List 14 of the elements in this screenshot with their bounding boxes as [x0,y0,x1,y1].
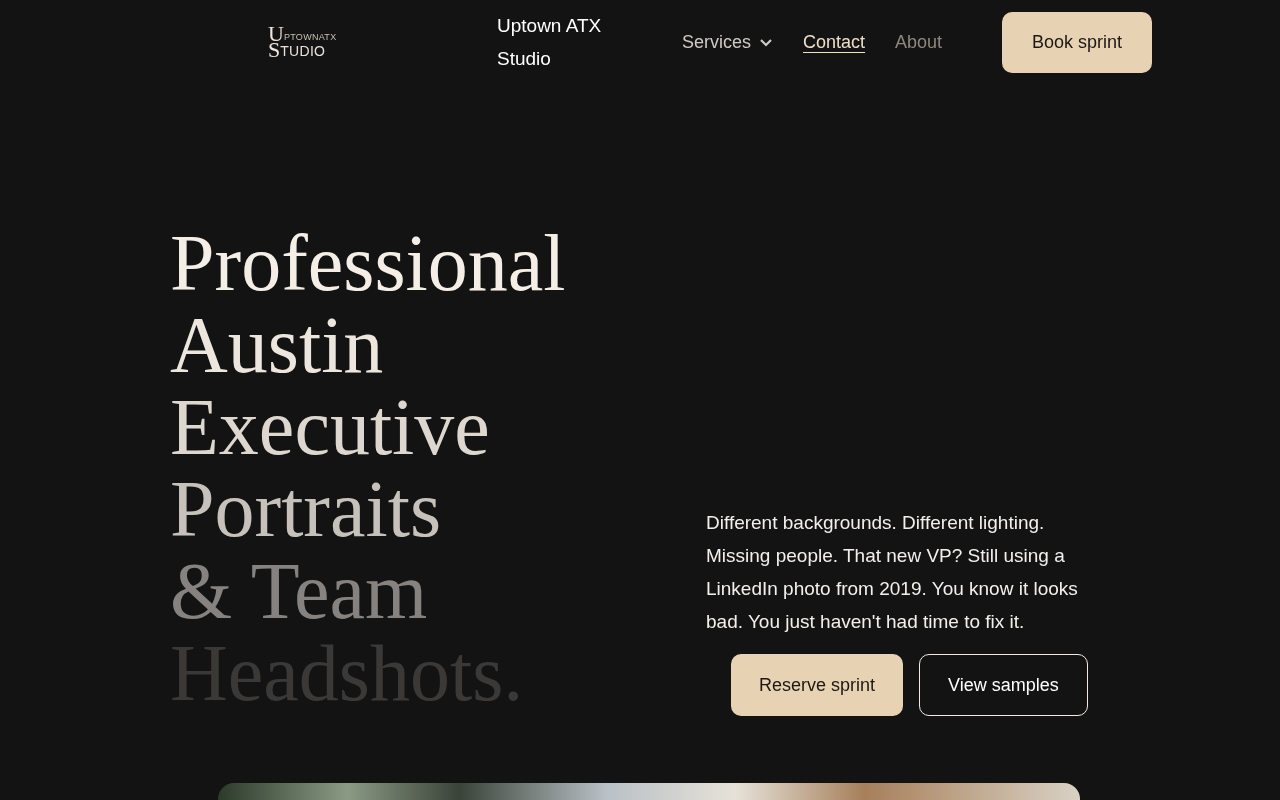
headline-line: Portraits [170,468,443,550]
primary-button[interactable]: Reserve sprint [731,654,904,716]
headline-line: & Team [170,550,429,632]
nav-link[interactable]: About [895,31,943,53]
chevron-down-icon [759,37,774,47]
nav-link[interactable]: Services [682,31,774,53]
intro-paragraph: Different backgrounds. Different lighting. Missing people. That new VP? Still using a LinkedIn photo from 2019. You know it looks bad. You just haven't had time to fix it. [706,511,1079,634]
book-sprint-button[interactable]: Book sprint [1002,11,1152,73]
headline-line: Austin [170,304,385,386]
nav-link[interactable]: Contact [803,31,866,53]
headline-line: Professional [170,222,567,304]
outline-button[interactable]: View samples [919,654,1088,716]
brand-name: Uptown ATX Studio [497,14,603,71]
headline-line: Executive [170,386,491,468]
